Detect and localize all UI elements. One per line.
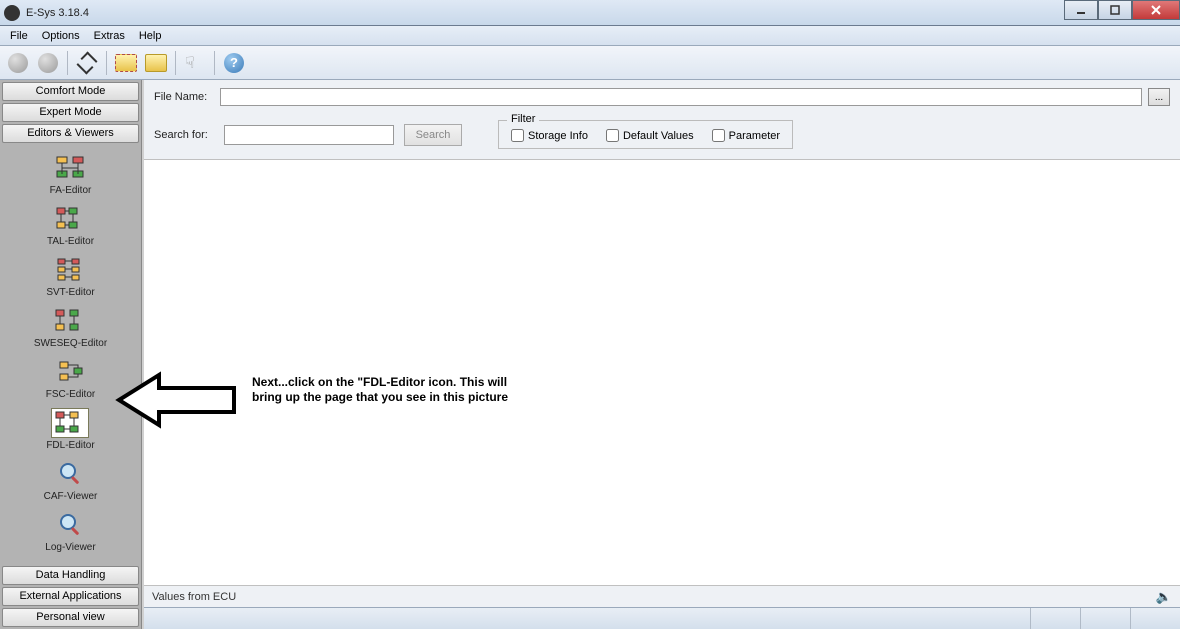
sidebar: Comfort Mode Expert Mode Editors & Viewe… [0, 80, 142, 629]
sidebar-item-label: FA-Editor [50, 185, 92, 196]
tal-editor-icon [55, 206, 87, 232]
sidebar-item-log-viewer[interactable]: Log-Viewer [43, 508, 97, 555]
sidebar-item-label: Log-Viewer [45, 542, 95, 553]
forward-icon [38, 53, 58, 73]
filter-parameter-checkbox[interactable]: Parameter [712, 129, 780, 142]
browse-button[interactable]: ... [1148, 88, 1170, 106]
toolbar-open-button[interactable] [112, 49, 140, 77]
search-button[interactable]: Search [404, 124, 462, 146]
close-button[interactable] [1132, 0, 1180, 20]
fa-editor-icon [55, 155, 87, 181]
sidebar-item-fsc-editor[interactable]: FSC-Editor [44, 355, 97, 402]
help-icon: ? [224, 53, 244, 73]
window-controls [1064, 0, 1180, 20]
status-cell [1030, 608, 1080, 629]
sidebar-editors-button[interactable]: Editors & Viewers [2, 124, 139, 143]
toolbar-folder-button[interactable] [142, 49, 170, 77]
toolbar-back-button[interactable] [4, 49, 32, 77]
toolbar-separator [214, 51, 215, 75]
app-icon [4, 5, 20, 21]
maximize-button[interactable] [1098, 0, 1132, 20]
sweseq-editor-icon [54, 308, 86, 334]
annotation-text: Next...click on the "FDL-Editor icon. Th… [252, 375, 532, 405]
menu-extras[interactable]: Extras [88, 28, 131, 44]
sidebar-item-fdl-editor[interactable]: FDL-Editor [44, 406, 96, 453]
sidebar-item-tal-editor[interactable]: TAL-Editor [45, 202, 96, 249]
top-panel: File Name: ... Search for: Search Filter… [144, 80, 1180, 160]
toolbar: ☟ ? [0, 46, 1180, 80]
maximize-icon [1110, 5, 1120, 15]
filter-group: Filter Storage Info Default Values Param… [498, 120, 793, 149]
sidebar-comfort-button[interactable]: Comfort Mode [2, 82, 139, 101]
checkbox-label: Storage Info [528, 130, 588, 142]
sidebar-item-label: SVT-Editor [46, 287, 94, 298]
sidebar-data-handling-button[interactable]: Data Handling [2, 566, 139, 585]
values-panel: Values from ECU 🔈 [144, 585, 1180, 607]
sidebar-personal-button[interactable]: Personal view [2, 608, 139, 627]
filename-input[interactable] [220, 88, 1142, 106]
menu-options[interactable]: Options [36, 28, 86, 44]
checkbox-label: Default Values [623, 130, 694, 142]
sidebar-item-label: FDL-Editor [46, 440, 94, 451]
status-cell [1080, 608, 1130, 629]
menu-file[interactable]: File [4, 28, 34, 44]
svt-editor-icon [54, 257, 86, 283]
checkbox-label: Parameter [729, 130, 780, 142]
content-area: Next...click on the "FDL-Editor icon. Th… [144, 160, 1180, 585]
fsc-editor-icon [54, 359, 86, 385]
search-input[interactable] [224, 125, 394, 145]
toolbar-separator [106, 51, 107, 75]
main-panel: File Name: ... Search for: Search Filter… [142, 80, 1180, 629]
sidebar-item-label: FSC-Editor [46, 389, 95, 400]
checkbox-input[interactable] [511, 129, 524, 142]
sidebar-expert-button[interactable]: Expert Mode [2, 103, 139, 122]
search-label: Search for: [154, 129, 214, 141]
checkbox-input[interactable] [606, 129, 619, 142]
folder-icon [145, 54, 167, 72]
filter-storage-checkbox[interactable]: Storage Info [511, 129, 588, 142]
toolbar-hand-button[interactable]: ☟ [181, 49, 209, 77]
log-viewer-icon [58, 512, 84, 538]
menubar: File Options Extras Help [0, 26, 1180, 46]
editor-list: FA-Editor TAL-Editor [2, 145, 139, 564]
sidebar-external-apps-button[interactable]: External Applications [2, 587, 139, 606]
sidebar-item-sweseq-editor[interactable]: SWESEQ-Editor [32, 304, 109, 351]
values-label: Values from ECU [152, 591, 236, 603]
menu-help[interactable]: Help [133, 28, 168, 44]
checkbox-input[interactable] [712, 129, 725, 142]
toolbar-help-button[interactable]: ? [220, 49, 248, 77]
speaker-icon[interactable]: 🔈 [1156, 589, 1172, 605]
toolbar-swap-button[interactable] [73, 49, 101, 77]
titlebar: E-Sys 3.18.4 [0, 0, 1180, 26]
toolbar-separator [175, 51, 176, 75]
sidebar-item-label: TAL-Editor [47, 236, 94, 247]
status-cell [1130, 608, 1180, 629]
sidebar-item-caf-viewer[interactable]: CAF-Viewer [42, 457, 100, 504]
minimize-icon [1076, 5, 1086, 15]
sidebar-item-fa-editor[interactable]: FA-Editor [48, 151, 94, 198]
fdl-editor-icon [54, 410, 86, 436]
hand-icon: ☟ [185, 53, 205, 73]
swap-icon [76, 53, 98, 73]
minimize-button[interactable] [1064, 0, 1098, 20]
statusbar [144, 607, 1180, 629]
filter-legend: Filter [507, 113, 539, 125]
back-icon [8, 53, 28, 73]
sidebar-item-label: CAF-Viewer [44, 491, 98, 502]
sidebar-item-svt-editor[interactable]: SVT-Editor [44, 253, 96, 300]
caf-viewer-icon [58, 461, 84, 487]
folder-open-icon [115, 54, 137, 72]
filename-label: File Name: [154, 91, 214, 103]
toolbar-forward-button[interactable] [34, 49, 62, 77]
sidebar-item-label: SWESEQ-Editor [34, 338, 107, 349]
window-title: E-Sys 3.18.4 [26, 7, 89, 19]
filter-default-checkbox[interactable]: Default Values [606, 129, 694, 142]
toolbar-separator [67, 51, 68, 75]
close-icon [1150, 4, 1162, 16]
